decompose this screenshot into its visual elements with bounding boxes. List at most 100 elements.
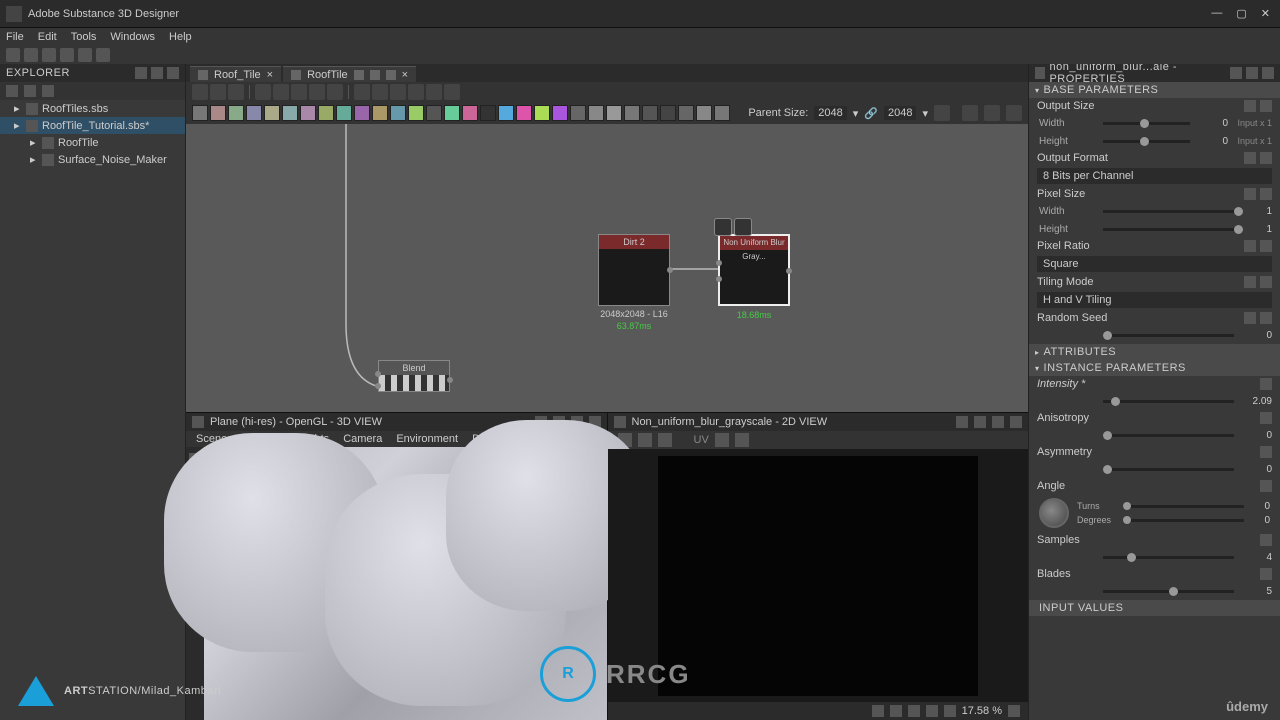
prop-value[interactable]: 0 (1250, 515, 1270, 526)
link-icon[interactable] (1244, 276, 1256, 288)
section-base-parameters[interactable]: ▾BASE PARAMETERS (1029, 82, 1280, 98)
close-icon[interactable] (167, 67, 179, 79)
tab-close-icon[interactable]: × (402, 69, 408, 81)
swatch[interactable] (282, 105, 298, 121)
menu-tools[interactable]: Tools (71, 31, 97, 43)
pin-icon[interactable] (1230, 67, 1242, 79)
gtool-icon[interactable] (255, 84, 271, 100)
histogram-icon[interactable] (735, 433, 749, 447)
menu-icon[interactable] (1260, 534, 1272, 546)
tab-rooftile[interactable]: RoofTile × (283, 66, 416, 82)
swatch[interactable] (228, 105, 244, 121)
gtool-icon[interactable] (354, 84, 370, 100)
reload-icon[interactable] (96, 48, 110, 62)
swatch[interactable] (264, 105, 280, 121)
dropdown-icon[interactable]: ▾ (853, 107, 859, 120)
swatch[interactable] (390, 105, 406, 121)
output-port[interactable] (447, 377, 453, 383)
prop-value[interactable]: 1 (1240, 206, 1272, 217)
slider[interactable] (1103, 334, 1234, 337)
menu-icon[interactable] (1260, 412, 1272, 424)
swatch[interactable] (246, 105, 262, 121)
swatch[interactable] (354, 105, 370, 121)
prop-value[interactable]: 4 (1240, 552, 1272, 563)
max-icon[interactable] (974, 416, 986, 428)
explorer-item[interactable]: ▸RoofTile_Tutorial.sbs* (0, 117, 185, 134)
slider[interactable] (1103, 210, 1234, 213)
v3d-menu-camera[interactable]: Camera (343, 433, 382, 445)
swatch[interactable] (462, 105, 478, 121)
refresh-icon[interactable] (934, 105, 950, 121)
zoom-value[interactable]: 17.58 % (962, 705, 1002, 717)
bg-icon[interactable] (908, 705, 920, 717)
prop-value[interactable]: 1 (1240, 224, 1272, 235)
link-icon[interactable] (1244, 312, 1256, 324)
opt-icon[interactable] (1006, 105, 1022, 121)
swatch[interactable] (552, 105, 568, 121)
link-icon[interactable] (1244, 100, 1256, 112)
slider[interactable] (1103, 434, 1234, 437)
menu-help[interactable]: Help (169, 31, 192, 43)
tab-roof-tile[interactable]: Roof_Tile× (190, 66, 281, 82)
link-icon[interactable] (1244, 188, 1256, 200)
swatch[interactable] (696, 105, 712, 121)
gtool-icon[interactable] (273, 84, 289, 100)
swatch[interactable] (642, 105, 658, 121)
menu-icon[interactable] (1260, 152, 1272, 164)
swatch[interactable] (210, 105, 226, 121)
menu-icon[interactable] (1260, 446, 1272, 458)
explorer-tool2-icon[interactable] (24, 85, 36, 97)
node-blur[interactable]: Non Uniform Blur Gray... 18.68ms (718, 234, 790, 306)
swatch[interactable] (498, 105, 514, 121)
gtool-icon[interactable] (291, 84, 307, 100)
swatch[interactable] (678, 105, 694, 121)
gtool-icon[interactable] (444, 84, 460, 100)
swatch[interactable] (534, 105, 550, 121)
export-icon[interactable] (638, 433, 652, 447)
swatch[interactable] (426, 105, 442, 121)
slider[interactable] (1123, 505, 1244, 508)
info-icon[interactable] (715, 433, 729, 447)
slider[interactable] (1103, 590, 1234, 593)
close-button[interactable]: ✕ (1261, 7, 1270, 20)
slider[interactable] (1103, 556, 1234, 559)
input-port[interactable] (716, 260, 722, 266)
output-port[interactable] (786, 268, 792, 274)
prop-value[interactable]: 0 (1196, 136, 1228, 147)
output-format-dropdown[interactable]: 8 Bits per Channel (1037, 168, 1272, 184)
explorer-tool-icon[interactable] (6, 85, 18, 97)
swatch[interactable] (660, 105, 676, 121)
close-icon[interactable] (1262, 67, 1274, 79)
tab-opt3-icon[interactable] (386, 70, 396, 80)
swatch[interactable] (372, 105, 388, 121)
swatch[interactable] (300, 105, 316, 121)
prop-value[interactable]: 0 (1240, 464, 1272, 475)
export-icon[interactable] (78, 48, 92, 62)
gtool-icon[interactable] (327, 84, 343, 100)
tiling-mode-dropdown[interactable]: H and V Tiling (1037, 292, 1272, 308)
swatch[interactable] (606, 105, 622, 121)
minimize-button[interactable]: — (1211, 7, 1222, 20)
close-icon[interactable] (1010, 416, 1022, 428)
explorer-item[interactable]: ▸RoofTiles.sbs (0, 100, 185, 117)
gtool-icon[interactable] (426, 84, 442, 100)
slider[interactable] (1103, 400, 1234, 403)
view3d-viewport[interactable] (204, 447, 607, 720)
menu-icon[interactable] (1260, 312, 1272, 324)
dot-icon[interactable] (926, 705, 938, 717)
swatch[interactable] (408, 105, 424, 121)
section-attributes[interactable]: ▸ATTRIBUTES (1029, 344, 1280, 360)
grid-icon[interactable] (872, 705, 884, 717)
swatch[interactable] (570, 105, 586, 121)
menu-icon[interactable] (1260, 568, 1272, 580)
swatch[interactable] (336, 105, 352, 121)
explorer-tool3-icon[interactable] (42, 85, 54, 97)
node-badge-icon[interactable] (714, 218, 732, 236)
explorer-item[interactable]: ▸Surface_Noise_Maker (0, 151, 185, 168)
copy-icon[interactable] (658, 433, 672, 447)
menu-icon[interactable] (1260, 378, 1272, 390)
prop-value[interactable]: 0 (1240, 430, 1272, 441)
v3d-menu-environment[interactable]: Environment (396, 433, 458, 445)
new-icon[interactable] (6, 48, 20, 62)
input-port[interactable] (375, 383, 381, 389)
